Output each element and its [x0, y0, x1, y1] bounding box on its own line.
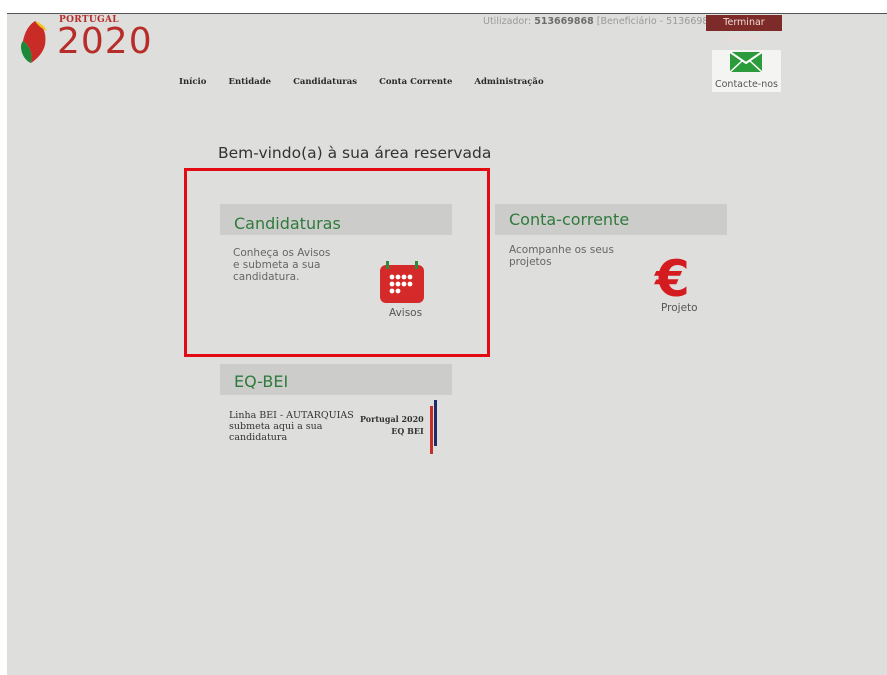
page-background: PORTUGAL 2020 Utilizador: 513669868 [Ben… [7, 13, 887, 675]
nav-conta-corrente[interactable]: Conta Corrente [379, 77, 452, 91]
envelope-icon [730, 52, 762, 72]
nav-candidaturas[interactable]: Candidaturas [293, 77, 357, 91]
eqbei-title: EQ-BEI [220, 364, 452, 395]
conta-corrente-text-line: projetos [509, 256, 552, 268]
projeto-label[interactable]: Projeto [661, 302, 698, 314]
welcome-heading: Bem-vindo(a) à sua área reservada [218, 144, 492, 162]
logo-year-text: 2020 [57, 21, 153, 62]
eqbei-text-line: candidatura [229, 432, 288, 443]
eqbei-text-line: Linha BEI - AUTARQUIAS [229, 410, 354, 421]
eqbei-text-line: submeta aqui a sua [229, 421, 323, 432]
conta-corrente-text-line: Acompanhe os seus [509, 244, 614, 256]
portugal-2020-logo[interactable]: PORTUGAL 2020 [21, 15, 161, 67]
contact-label: Contacte-nos [714, 79, 779, 90]
contact-button[interactable]: Contacte-nos [712, 50, 781, 92]
conta-corrente-title: Conta-corrente [495, 204, 727, 235]
eqbei-card[interactable]: EQ-BEI Linha BEI - AUTARQUIAS submeta aq… [220, 364, 452, 464]
nav-entidade[interactable]: Entidade [228, 77, 271, 91]
user-prefix: Utilizador: [483, 16, 535, 27]
flag-icon [21, 21, 47, 63]
eqbei-logo-text[interactable]: Portugal 2020 EQ BEI [360, 413, 424, 437]
nav-inicio[interactable]: Início [179, 77, 206, 91]
nav-administracao[interactable]: Administração [474, 77, 543, 91]
logout-button[interactable]: Terminar Sessão [706, 15, 782, 44]
eqbei-logo-line: EQ BEI [391, 426, 424, 436]
eqbei-description: Linha BEI - AUTARQUIAS submeta aqui a su… [229, 410, 354, 443]
user-role: [Beneficiário - 513669868] [593, 16, 725, 27]
eqbei-logo-line: Portugal 2020 [360, 414, 424, 424]
conta-corrente-card[interactable]: Conta-corrente Acompanhe os seus projeto… [495, 204, 727, 324]
main-nav: Início Entidade Candidaturas Conta Corre… [179, 77, 566, 91]
highlight-box [184, 168, 490, 357]
eqbei-stripes-icon [430, 400, 437, 454]
user-info: Utilizador: 513669868 [Beneficiário - 51… [483, 16, 724, 27]
user-id: 513669868 [534, 16, 594, 27]
conta-corrente-description: Acompanhe os seus projetos [509, 244, 614, 268]
euro-icon[interactable]: € [655, 254, 690, 304]
